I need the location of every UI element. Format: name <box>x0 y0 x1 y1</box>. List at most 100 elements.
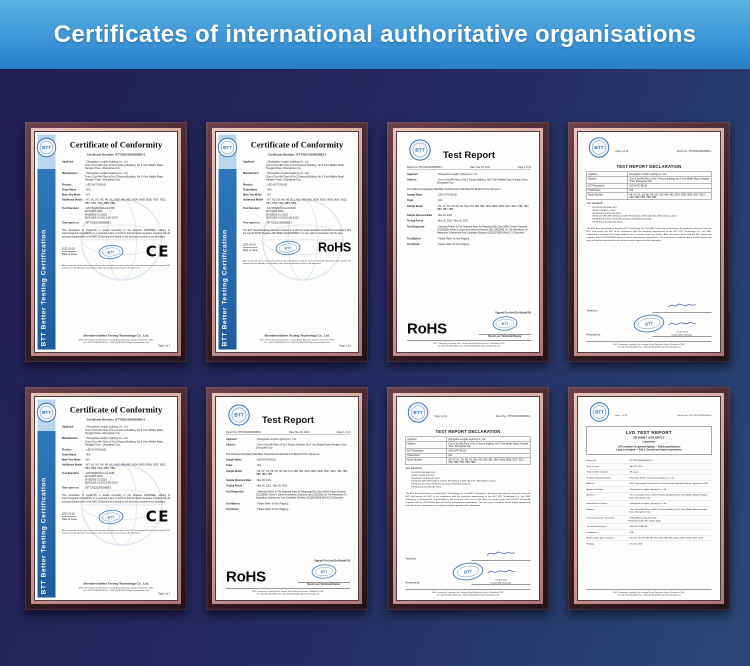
page-number: Page 1 of 1 <box>62 593 170 596</box>
report-meta-row: Page 1 of 28 Report No.: BTT202103050588… <box>615 414 712 417</box>
org-address: 4F/1, University Creativity Park, Liuxia… <box>62 587 170 592</box>
svg-text:BTT: BTT <box>223 145 232 150</box>
certificate-frame-conformity-rohs: BTT Better Testing Certification BTT Cer… <box>206 122 368 362</box>
issue-date-label: Date of Issue <box>243 248 258 252</box>
field-row: Test specification / StandardEN 60598-1:… <box>587 515 712 524</box>
report-date: Date: Mar 18, 2021 <box>289 431 309 434</box>
page: Certificates of international authoritat… <box>0 0 750 666</box>
signed-label: Signed For And On Behalf Of <box>479 311 531 314</box>
btt-logo-icon: BTT <box>589 137 610 158</box>
certificate-frame-conformity-ce: BTT Better Testing Certification BTT Cer… <box>25 387 187 610</box>
svg-text:BTT: BTT <box>42 410 51 415</box>
lvd-title-box: LVD TEST REPORT EN 60598-1 & EN 62471-1 … <box>587 426 712 455</box>
page-number: Page 1 of 24 <box>435 415 448 418</box>
btt-sidebar: BTT Better Testing Certification <box>38 400 56 598</box>
rohs-mark: RoHS <box>226 569 266 586</box>
field-row: Main Test ModeH4 <box>243 194 351 197</box>
field-row: ProductLED AUTO BULB <box>62 449 170 452</box>
signature-line: Cindy Zhang Deputy EMC Manager <box>472 568 531 585</box>
signer-name: Bevol Lou / Technical Director <box>479 334 531 338</box>
report-meta-row: Page 1 of 24 Report No.: BTT202103050588… <box>616 150 712 153</box>
report-number: Report No.: BTT2021030505883-1 <box>677 150 712 153</box>
signature-icon <box>485 550 517 558</box>
field-row: Main Test ModeH4 <box>62 194 170 197</box>
field-row: TradeN/A <box>226 464 350 467</box>
certificate-frame-declaration: BTT Page 1 of 24 Report No.: BTT20210305… <box>387 387 549 610</box>
standards-list: EN 55015:2013+A1:2015 EN IEC 61000-3-2:2… <box>412 471 531 488</box>
field-row: Additional ModelH7, H1, H3, H8, H9, H11,… <box>243 199 351 206</box>
field-row: ApplicantZhongshan Lengbin Lighting Co.,… <box>243 161 351 171</box>
conformity-statement: The EUT described above has been tested … <box>243 229 351 235</box>
reviewed-by-row: Reviewed by: Cindy Zhang Deputy EMC Mana… <box>587 320 712 337</box>
signature-line <box>653 302 712 313</box>
certificate-number: Certificate Number: BTT2021030505883-1 <box>62 154 170 157</box>
field-row: ProductLED AUTO BULB <box>62 184 170 187</box>
report-meta-row: Report No: BTT2021030505883-1 Date: Mar … <box>226 431 350 435</box>
report-meta-row: Report No: BTT2021030505883-1 Date: Mar … <box>407 166 531 170</box>
field-row: Test report no.BTT2021030505883-1 <box>62 222 170 225</box>
btt-sidebar: BTT Better Testing Certification <box>38 135 56 350</box>
signature-line <box>472 550 531 561</box>
sidebar-label: BTT Better Testing Certification <box>40 442 48 595</box>
issue-date-block: 2021-03-18 Date of Issue <box>62 513 77 521</box>
svg-text:BTT: BTT <box>284 246 291 251</box>
svg-text:BTT: BTT <box>321 569 328 573</box>
frame-mat: BTT Test Report Report No: BTT2021030505… <box>393 128 543 356</box>
field-row: Sample Received DateMar 03, 2021 <box>407 214 531 217</box>
certificate-frame-declaration: BTT Page 1 of 24 Report No.: BTT20210305… <box>568 122 730 362</box>
field-row: ManufacturerZhongshan Lengbin Lighting C… <box>243 172 351 182</box>
signature-icon <box>485 568 517 576</box>
field-row: Sample ModelH4, H7, H1, H3, H8, H9, H11,… <box>407 205 531 211</box>
footnote: After inspection of the necessary techni… <box>62 529 170 534</box>
certificate-frame-conformity-ce: BTT Better Testing Certification BTT Cer… <box>25 122 187 362</box>
page-number: Page 1 of 24 <box>337 431 350 434</box>
signature-row: 2021-03-18 Date of Issue BTT RoHS <box>243 240 351 256</box>
reviewed-by-label: Reviewed by: <box>587 334 601 337</box>
frame-mat: BTT Better Testing Certification BTT Cer… <box>212 128 362 356</box>
certificate-frame-test-report: BTT Test Report Report No: BTT2021030505… <box>387 122 549 362</box>
certificate-number: Certificate Number: BTT2021030505883-1 <box>243 154 351 157</box>
lvd-body: BTT Page 1 of 28 Report No.: BTT20210305… <box>587 402 712 596</box>
field-row: Test StandardEN 55015:2013+A1:2015 EN 61… <box>243 207 351 220</box>
page-number: Page 1 of 24 <box>616 150 629 153</box>
certificate-body: Certificate of Conformity Certificate Nu… <box>62 140 170 347</box>
svg-text:BTT: BTT <box>108 250 115 255</box>
field-list: ApplicantZhongshan Lengbin Lighting Co.,… <box>243 161 351 227</box>
report-body: BTT Test Report Report No: BTT2021030505… <box>407 138 531 347</box>
signed-label: Signed For And On Behalf Of <box>298 559 350 562</box>
reviewer-name: Cindy Zhang Deputy EMC Manager <box>653 331 712 336</box>
field-row: Test ResultPlease Refer To Next Page(s). <box>407 243 531 246</box>
field-row: Trade NameN/A <box>62 454 170 457</box>
declaration-title: TEST REPORT DECLARATION <box>406 429 531 434</box>
report-number: Report No.: BTT2021030505883-3 <box>678 414 712 417</box>
signature-block: Signed For And On Behalf Of BTT Bevol Lo… <box>479 311 531 337</box>
certificate-body: Certificate of Conformity Certificate Nu… <box>62 405 170 595</box>
field-row: AddressOne of 2nd-4th Floor of No.2 Fact… <box>587 506 712 515</box>
table-row: AddressOne of 2nd-4th Floor of No.2 Fact… <box>587 176 712 183</box>
lvd-subtitle: EN 60598-1 & EN 62471-1 <box>590 437 709 440</box>
field-row: Test report no.BTT2021030505883-1 <box>243 222 351 225</box>
field-row: Testing PeriodMar 03, 2021 - Mar 18, 202… <box>226 485 350 488</box>
approval-stamp-icon: BTT <box>274 239 302 257</box>
sample-note: The Following Sample(s) Was/Were Submitt… <box>226 453 350 456</box>
rohs-mark: RoHS <box>318 241 351 256</box>
certificate-paper: BTT Page 1 of 24 Report No.: BTT20210305… <box>577 131 721 353</box>
issue-date-block: 2021-03-18 Date of Issue <box>243 244 258 252</box>
frame-mat: BTT Test Report Report No: BTT2021030505… <box>212 393 362 604</box>
report-number: Report No: BTT2021030505883-1 <box>226 431 261 434</box>
btt-logo-icon: BTT <box>590 402 610 422</box>
certificate-body: Certificate of Conformity Certificate Nu… <box>243 140 351 347</box>
issue-date-block: 2021-03-18 Date of Issue <box>62 248 77 256</box>
field-row: Trade NameN/A <box>62 189 170 192</box>
svg-text:BTT: BTT <box>595 410 604 415</box>
report-meta-row: Page 1 of 24 Report No.: BTT202103050588… <box>435 415 531 418</box>
footnote: After inspection of the necessary techni… <box>62 264 170 269</box>
svg-text:BTT: BTT <box>42 145 51 150</box>
field-row: Test MethodPlease Refer To Next Page(s). <box>226 502 350 505</box>
btt-logo-icon: BTT <box>37 138 57 158</box>
sidebar-label: BTT Better Testing Certification <box>221 177 229 347</box>
field-row: ManufacturerZhongshan Lengbin Lighting C… <box>62 172 170 182</box>
certificate-paper: BTT Better Testing Certification BTT Cer… <box>34 396 178 601</box>
declaration-body: BTT Page 1 of 24 Report No.: BTT20210305… <box>406 402 531 596</box>
field-row: AddressOne of 2nd-4th Floor of No.2 Fact… <box>226 444 350 450</box>
